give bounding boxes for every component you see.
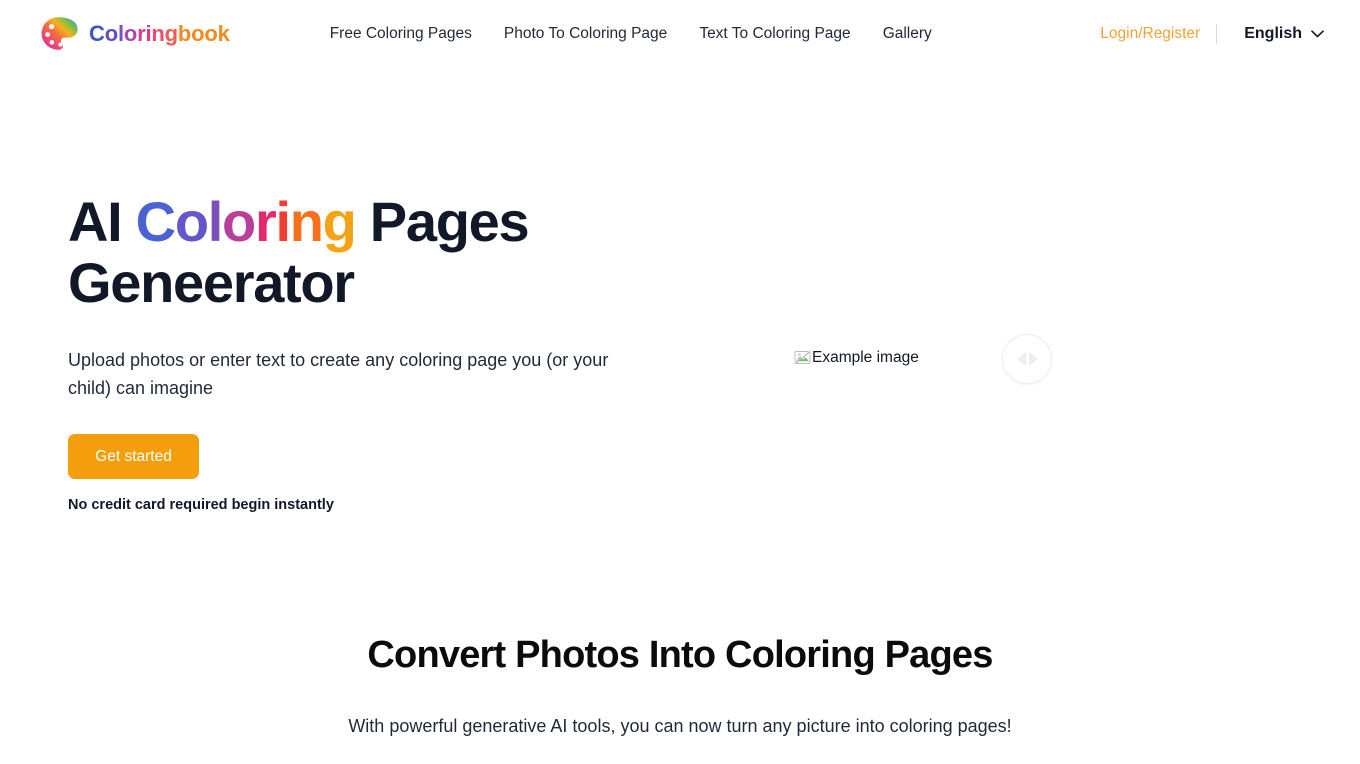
brand-wordmark: Coloringbook (89, 21, 230, 46)
broken-image-icon (794, 349, 811, 366)
hero-title-gradient: Coloring (135, 190, 357, 253)
header-actions: Login/Register English (1100, 24, 1324, 44)
cta-note: No credit card required begin instantly (68, 497, 334, 513)
language-selector[interactable]: English (1217, 25, 1324, 43)
language-label: English (1244, 25, 1302, 42)
hero-section: AI Coloring Pages Geneerator Upload phot… (0, 68, 1360, 538)
broken-image-alt-text: Example image (812, 348, 919, 366)
hero-subtitle: Upload photos or enter text to create an… (68, 350, 609, 398)
hero-title-pre: AI (68, 190, 136, 253)
convert-section: Convert Photos Into Coloring Pages With … (0, 538, 1360, 764)
convert-subtitle: With powerful generative AI tools, you c… (348, 716, 1012, 736)
chevron-down-icon (1311, 30, 1324, 38)
nav-text-to-coloring-page[interactable]: Text To Coloring Page (699, 26, 850, 42)
site-header: Coloringbook Free Coloring Pages Photo T… (0, 0, 1360, 68)
convert-heading: Convert Photos Into Coloring Pages (367, 634, 993, 676)
nav-photo-to-coloring-page[interactable]: Photo To Coloring Page (504, 26, 667, 42)
page-title: AI Coloring Pages Geneerator (68, 191, 708, 313)
hero-example-image: Example image (794, 349, 919, 366)
arrow-right-icon (1028, 352, 1038, 366)
brand-logo[interactable]: Coloringbook (38, 14, 230, 54)
login-register-link[interactable]: Login/Register (1100, 25, 1216, 43)
main-navigation: Free Coloring Pages Photo To Coloring Pa… (330, 26, 932, 42)
broken-image-placeholder: Example image (794, 349, 919, 366)
nav-free-coloring-pages[interactable]: Free Coloring Pages (330, 26, 472, 42)
arrow-left-icon (1016, 352, 1026, 366)
before-after-slider-handle[interactable] (1002, 334, 1052, 384)
nav-gallery[interactable]: Gallery (883, 26, 932, 42)
get-started-button[interactable]: Get started (68, 434, 199, 479)
palette-icon (38, 14, 80, 54)
